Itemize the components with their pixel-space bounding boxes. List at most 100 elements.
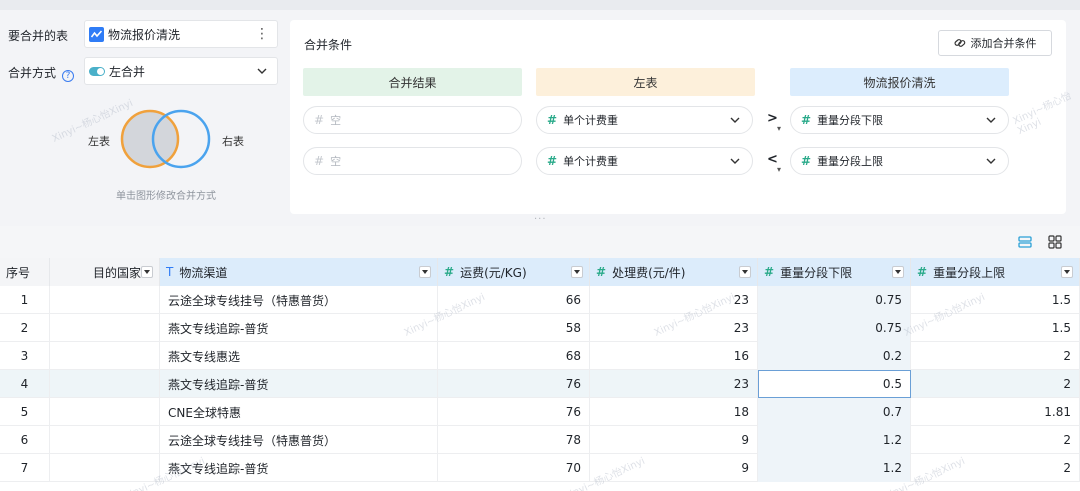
cell-upper[interactable]: 1.81 — [911, 398, 1080, 426]
venn-hint: 单击图形修改合并方式 — [116, 191, 216, 202]
cell-upper[interactable]: 2 — [911, 370, 1080, 398]
left-field-select-2[interactable]: # 单个计费重 — [536, 147, 753, 175]
left-table-column-header: 左表 — [536, 68, 755, 96]
table-row[interactable]: 4 燕文专线追踪-普货 76 23 0.5 2 — [0, 370, 1080, 398]
result-field-1[interactable]: # 空 — [303, 106, 522, 134]
more-options-icon[interactable]: ⋮ — [255, 27, 269, 41]
merge-mode-value: 左合并 — [109, 64, 146, 79]
top-edge — [0, 0, 1080, 10]
column-header-handling[interactable]: # 处理费(元/件) — [590, 258, 758, 286]
cell-idx[interactable]: 6 — [0, 426, 50, 454]
cell-freight[interactable]: 70 — [438, 454, 590, 482]
cell-lower[interactable]: 0.75 — [758, 286, 911, 314]
right-table-column-header: 物流报价清洗 — [790, 68, 1009, 96]
column-menu-icon[interactable] — [141, 266, 153, 278]
cell-lower[interactable]: 0.5 — [758, 370, 911, 398]
cell-freight[interactable]: 76 — [438, 398, 590, 426]
table-row[interactable]: 7 燕文专线追踪-普货 70 9 1.2 2 — [0, 454, 1080, 482]
cell-channel[interactable]: 燕文专线追踪-普货 — [160, 454, 438, 482]
cell-channel[interactable]: 燕文专线惠选 — [160, 342, 438, 370]
cell-freight[interactable]: 68 — [438, 342, 590, 370]
cell-freight[interactable]: 76 — [438, 370, 590, 398]
cell-lower[interactable]: 0.75 — [758, 314, 911, 342]
cell-lower[interactable]: 0.7 — [758, 398, 911, 426]
cell-upper[interactable]: 2 — [911, 426, 1080, 454]
table-row[interactable]: 2 燕文专线追踪-普货 58 23 0.75 1.5 — [0, 314, 1080, 342]
cell-handling[interactable]: 9 — [590, 454, 758, 482]
chevron-down-icon — [728, 113, 742, 127]
cell-handling[interactable]: 18 — [590, 398, 758, 426]
cell-lower[interactable]: 1.2 — [758, 454, 911, 482]
table-row[interactable]: 1 云途全球专线挂号（特惠普货） 66 23 0.75 1.5 — [0, 286, 1080, 314]
cell-handling[interactable]: 16 — [590, 342, 758, 370]
grid-header: 序号 目的国家 T 物流渠道 # 运费(元/KG) # 处理费(元/件) # 重… — [0, 258, 1080, 286]
cell-handling[interactable]: 23 — [590, 286, 758, 314]
cell-idx[interactable]: 4 — [0, 370, 50, 398]
cell-upper[interactable]: 2 — [911, 342, 1080, 370]
card-view-icon[interactable] — [1047, 234, 1063, 250]
cell-handling[interactable]: 23 — [590, 314, 758, 342]
cell-freight[interactable]: 58 — [438, 314, 590, 342]
cell-idx[interactable]: 5 — [0, 398, 50, 426]
cell-country[interactable] — [50, 370, 160, 398]
column-menu-icon[interactable] — [571, 266, 583, 278]
help-icon[interactable]: ? — [62, 70, 75, 82]
cell-channel[interactable]: CNE全球特惠 — [160, 398, 438, 426]
column-header-country[interactable]: 目的国家 — [50, 258, 160, 286]
cell-country[interactable] — [50, 454, 160, 482]
column-header-channel[interactable]: T 物流渠道 — [160, 258, 438, 286]
number-type-icon: # — [314, 113, 325, 127]
column-menu-icon[interactable] — [739, 266, 751, 278]
cell-upper[interactable]: 1.5 — [911, 314, 1080, 342]
venn-diagram[interactable] — [118, 108, 218, 172]
right-field-select-2[interactable]: # 重量分段上限 — [790, 147, 1009, 175]
merge-mode-label-text: 合并方式 — [8, 66, 57, 80]
cell-lower[interactable]: 0.2 — [758, 342, 911, 370]
link-icon — [953, 39, 965, 47]
column-menu-icon[interactable] — [419, 266, 431, 278]
number-type-icon: # — [314, 154, 325, 168]
table-row[interactable]: 3 燕文专线惠选 68 16 0.2 2 — [0, 342, 1080, 370]
column-header-handling-label: 处理费(元/件) — [612, 265, 686, 280]
merge-mode-select[interactable]: 左合并 — [84, 57, 278, 85]
cell-country[interactable] — [50, 398, 160, 426]
cell-handling[interactable]: 23 — [590, 370, 758, 398]
cell-handling[interactable]: 9 — [590, 426, 758, 454]
cell-channel[interactable]: 云途全球专线挂号（特惠普货） — [160, 286, 438, 314]
cell-idx[interactable]: 3 — [0, 342, 50, 370]
column-menu-icon[interactable] — [892, 266, 904, 278]
cell-country[interactable] — [50, 286, 160, 314]
cell-idx[interactable]: 1 — [0, 286, 50, 314]
data-grid: 序号 目的国家 T 物流渠道 # 运费(元/KG) # 处理费(元/件) # 重… — [0, 258, 1080, 491]
cell-upper[interactable]: 2 — [911, 454, 1080, 482]
column-header-freight[interactable]: # 运费(元/KG) — [438, 258, 590, 286]
table-row[interactable]: 6 云途全球专线挂号（特惠普货） 78 9 1.2 2 — [0, 426, 1080, 454]
column-header-lower[interactable]: # 重量分段下限 — [758, 258, 911, 286]
cell-lower[interactable]: 1.2 — [758, 426, 911, 454]
cell-country[interactable] — [50, 314, 160, 342]
resize-handle[interactable]: ··· — [534, 214, 547, 225]
row-view-icon[interactable] — [1017, 234, 1033, 250]
cell-freight[interactable]: 78 — [438, 426, 590, 454]
cell-country[interactable] — [50, 342, 160, 370]
cell-channel[interactable]: 燕文专线追踪-普货 — [160, 314, 438, 342]
cell-freight[interactable]: 66 — [438, 286, 590, 314]
cell-channel[interactable]: 燕文专线追踪-普货 — [160, 370, 438, 398]
column-header-upper[interactable]: # 重量分段上限 — [911, 258, 1080, 286]
merge-table-select[interactable]: 物流报价清洗 ⋮ — [84, 20, 278, 48]
cell-upper[interactable]: 1.5 — [911, 286, 1080, 314]
cell-idx[interactable]: 7 — [0, 454, 50, 482]
cell-country[interactable] — [50, 426, 160, 454]
result-field-2[interactable]: # 空 — [303, 147, 522, 175]
right-field-1-value: 重量分段下限 — [817, 114, 884, 127]
cell-channel[interactable]: 云途全球专线挂号（特惠普货） — [160, 426, 438, 454]
add-condition-button[interactable]: 添加合并条件 — [938, 30, 1052, 56]
right-field-select-1[interactable]: # 重量分段下限 — [790, 106, 1009, 134]
chevron-down-icon — [728, 154, 742, 168]
left-field-select-1[interactable]: # 单个计费重 — [536, 106, 753, 134]
merge-mode-label: 合并方式? — [8, 64, 75, 82]
table-row[interactable]: 5 CNE全球特惠 76 18 0.7 1.81 — [0, 398, 1080, 426]
merge-table-label: 要合并的表 — [8, 29, 69, 43]
column-menu-icon[interactable] — [1061, 266, 1073, 278]
cell-idx[interactable]: 2 — [0, 314, 50, 342]
